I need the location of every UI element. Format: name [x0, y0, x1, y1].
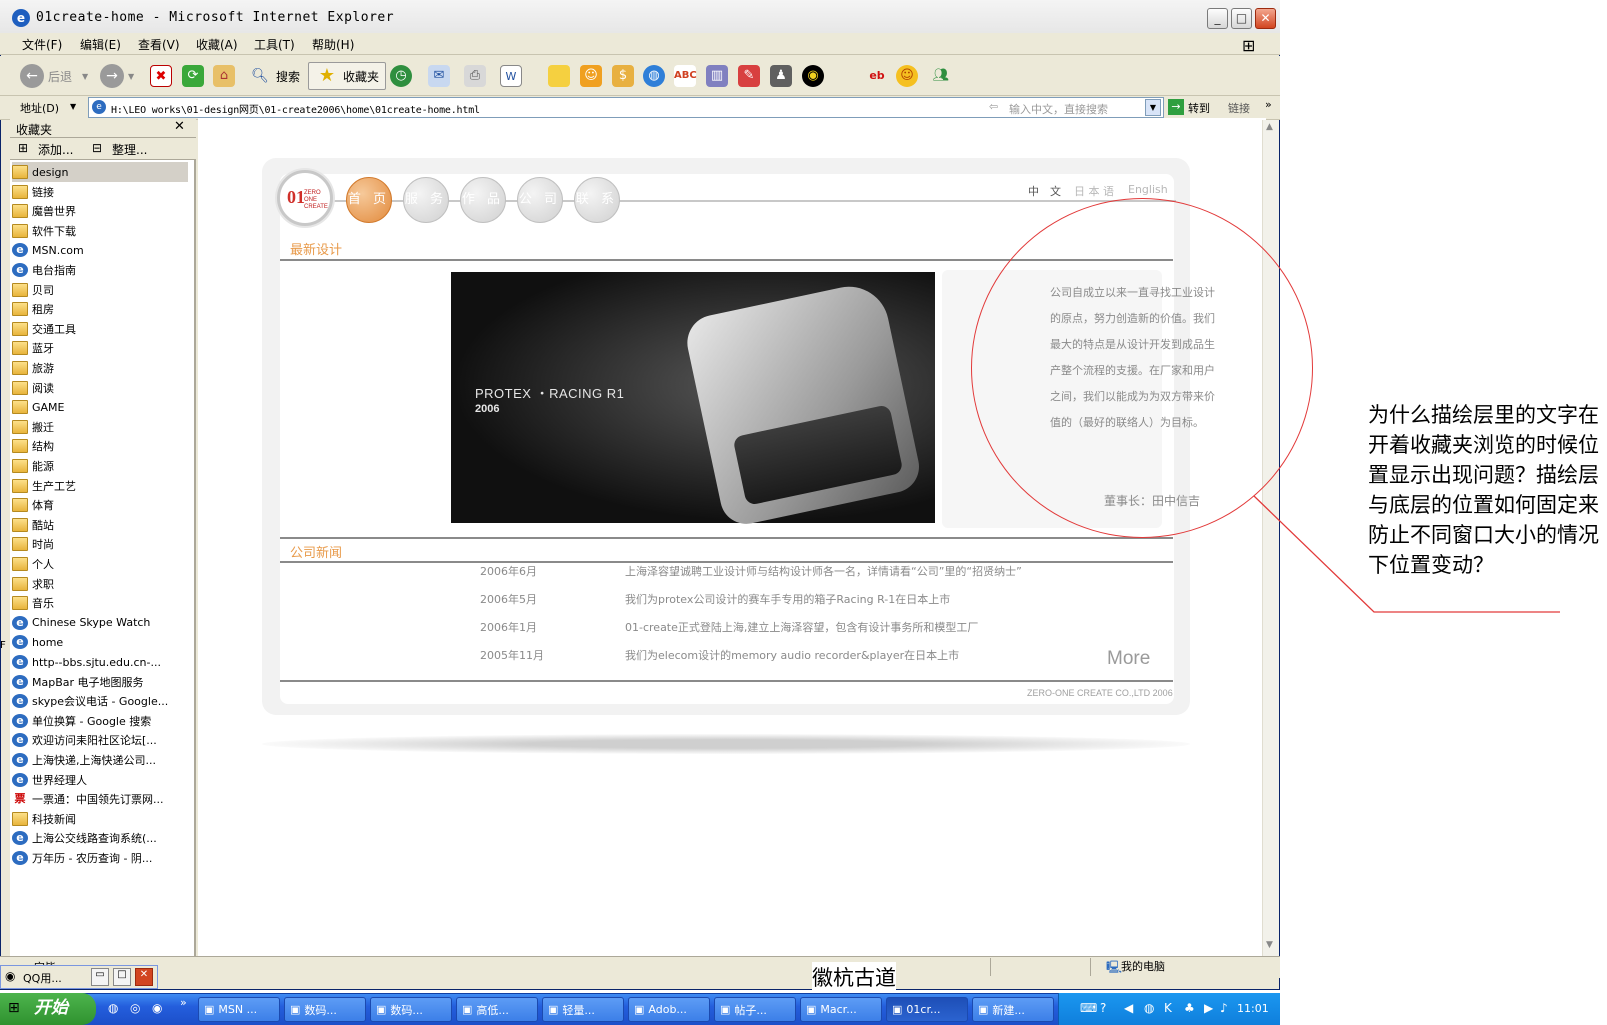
taskbar-item-label: 高低... — [476, 1003, 509, 1017]
app-icon: ▣ — [978, 1003, 989, 1016]
qq-restore-button[interactable]: ▭ — [91, 968, 109, 986]
app-icon: ▣ — [806, 1003, 817, 1016]
tray-icon[interactable]: ▶ — [1204, 1001, 1213, 1015]
taskbar-item-label: 轻量... — [562, 1003, 595, 1017]
zone-label: 我的电脑 — [1121, 960, 1165, 973]
taskbar-item[interactable]: ▣ MSN ... — [198, 997, 280, 1022]
qq-penguin-icon: ◉ — [5, 969, 16, 983]
taskbar-item[interactable]: ▣ 新建... — [972, 997, 1054, 1022]
qq-window-title: QQ用... — [23, 972, 62, 985]
taskbar-item[interactable]: ▣ 高低... — [456, 997, 538, 1022]
app-icon: ▣ — [634, 1003, 645, 1016]
tray-icon[interactable]: ◍ — [1144, 1001, 1154, 1015]
app-icon: ▣ — [720, 1003, 731, 1016]
computer-icon: 🖳︎ — [1106, 960, 1123, 974]
clock[interactable]: 11:01 — [1237, 1002, 1269, 1015]
background-text: 徽杭古道 — [812, 962, 896, 992]
app-icon: ▣ — [892, 1003, 903, 1016]
app-icon: ▣ — [290, 1003, 301, 1016]
quicklaunch-icon[interactable]: ◎ — [130, 1001, 140, 1015]
taskbar-item[interactable]: ▣ 01cr... — [886, 997, 968, 1022]
taskbar-item-label: 帖子... — [734, 1003, 767, 1017]
taskbar-item[interactable]: ▣ Macr... — [800, 997, 882, 1022]
taskbar-item[interactable]: ▣ Adob... — [628, 997, 710, 1022]
taskbar-item[interactable]: ▣ 帖子... — [714, 997, 796, 1022]
windows-logo-icon: ⊞ — [8, 1000, 20, 1016]
taskbar-item[interactable]: ▣ 数码... — [370, 997, 452, 1022]
tray-icon[interactable]: ◀ — [1124, 1001, 1133, 1015]
taskbar-item[interactable]: ▣ 数码... — [284, 997, 366, 1022]
taskbar-item-label: 数码... — [304, 1003, 337, 1017]
app-icon: ▣ — [548, 1003, 559, 1016]
taskbar-item-label: 数码... — [390, 1003, 423, 1017]
taskbar-item[interactable]: ▣ 轻量... — [542, 997, 624, 1022]
app-icon: ▣ — [204, 1003, 215, 1016]
help-icon[interactable]: ? — [1100, 1001, 1106, 1015]
quicklaunch-more-icon[interactable]: » — [180, 996, 187, 1009]
qq-window[interactable]: ◉ QQ用... ▭ □ ✕ — [0, 965, 158, 989]
status-divider — [1090, 958, 1091, 976]
taskbar-item-label: MSN ... — [218, 1003, 258, 1016]
taskbar-item-label: Adob... — [648, 1003, 687, 1016]
app-icon: ▣ — [462, 1003, 473, 1016]
quicklaunch-icon[interactable]: ◉ — [152, 1001, 162, 1015]
qq-close-button[interactable]: ✕ — [135, 968, 153, 986]
status-divider — [990, 958, 991, 976]
taskbar-item-label: Macr... — [820, 1003, 857, 1016]
annotation-leader-line — [1253, 495, 1560, 613]
taskbar-item-label: 01cr... — [906, 1003, 941, 1016]
qq-maximize-button[interactable]: □ — [113, 968, 131, 986]
taskbar-item-label: 新建... — [992, 1003, 1025, 1017]
tray-icon[interactable]: K — [1164, 1001, 1172, 1015]
app-icon: ▣ — [376, 1003, 387, 1016]
tray-icon[interactable]: ⌨ — [1080, 1001, 1097, 1015]
status-bar — [0, 956, 1280, 978]
quicklaunch-icon[interactable]: ◍ — [108, 1001, 118, 1015]
annotation-text: 为什么描绘层里的文字在开着收藏夹浏览的时候位置显示出现问题？描绘层与底层的位置如… — [1368, 403, 1599, 577]
tray-icon[interactable]: ♪ — [1220, 1001, 1228, 1015]
tray-icon[interactable]: ♣ — [1184, 1001, 1195, 1015]
